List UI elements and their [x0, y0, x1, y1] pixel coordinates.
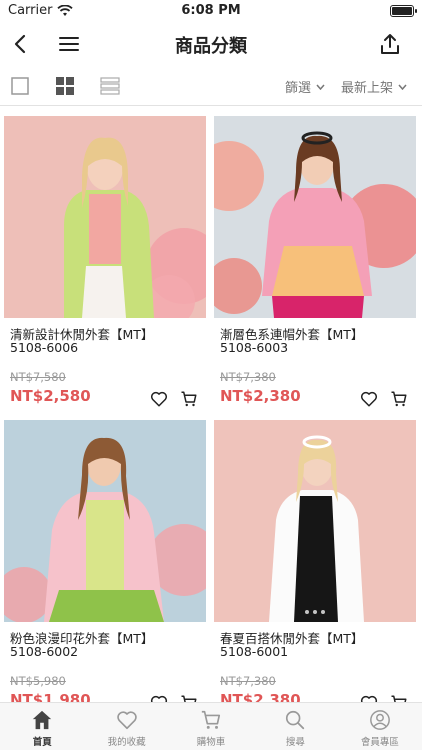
product-image[interactable] — [214, 116, 416, 318]
original-price: NT$7,580 — [10, 370, 66, 384]
product-photo-jacket-gradient — [214, 116, 416, 318]
filter-dropdown[interactable]: 篩選 — [285, 77, 325, 96]
heart-icon[interactable] — [360, 390, 378, 408]
tab-member[interactable]: 會員專區 — [338, 703, 422, 750]
tab-favorites[interactable]: 我的收藏 — [84, 703, 168, 750]
product-code: 5108-6002 — [10, 644, 79, 659]
tab-home[interactable]: 首頁 — [0, 703, 84, 750]
page-title: 商品分類 — [175, 36, 247, 57]
product-card[interactable]: 粉色浪漫印花外套【MT】 5108-6002 NT$5,980 NT$1,980 — [4, 420, 206, 702]
clock: 6:08 PM — [181, 3, 241, 18]
product-card[interactable]: 漸層色系連帽外套【MT】 5108-6003 NT$7,380 NT$2,380 — [214, 116, 416, 416]
single-view-icon — [11, 77, 29, 95]
heart-icon[interactable] — [150, 390, 168, 408]
navigation-bar: 商品分類 — [0, 22, 422, 64]
product-photo-jacket-pink — [4, 420, 206, 622]
view-single-button[interactable] — [10, 76, 30, 96]
tab-label: 會員專區 — [360, 737, 399, 748]
sort-dropdown[interactable]: 最新上架 — [341, 77, 407, 96]
add-to-cart-icon[interactable] — [390, 694, 408, 702]
sale-price: NT$1,980 — [10, 691, 91, 702]
product-photo-jacket-green — [4, 116, 206, 318]
original-price: NT$5,980 — [10, 674, 66, 688]
sale-price: NT$2,380 — [220, 691, 301, 702]
product-code: 5108-6001 — [220, 644, 289, 659]
tab-label: 購物車 — [196, 737, 226, 748]
add-to-cart-icon[interactable] — [180, 390, 198, 408]
tab-label: 首頁 — [32, 737, 52, 748]
chevron-down-icon — [398, 84, 407, 90]
home-icon — [33, 710, 52, 730]
battery-icon — [390, 5, 417, 17]
share-icon — [381, 34, 399, 54]
add-to-cart-icon[interactable] — [390, 390, 408, 408]
product-code: 5108-6006 — [10, 340, 79, 355]
tab-label: 搜尋 — [285, 737, 305, 748]
filter-label: 篩選 — [285, 81, 312, 96]
tab-cart[interactable]: 購物車 — [169, 703, 253, 750]
grid-view-icon — [56, 77, 74, 95]
view-grid-button[interactable] — [55, 76, 75, 96]
tab-label: 我的收藏 — [107, 737, 146, 748]
heart-icon[interactable] — [360, 694, 378, 702]
user-icon — [369, 710, 390, 730]
sale-price: NT$2,380 — [220, 387, 301, 405]
status-bar: Carrier 6:08 PM — [0, 0, 422, 22]
add-to-cart-icon[interactable] — [180, 694, 198, 702]
sort-label: 最新上架 — [341, 81, 394, 96]
view-list-button[interactable] — [100, 76, 120, 96]
carousel-dots — [214, 610, 416, 614]
product-card[interactable]: 清新設計休閒外套【MT】 5108-6006 NT$7,580 NT$2,580 — [4, 116, 206, 416]
original-price: NT$7,380 — [220, 674, 276, 688]
share-button[interactable] — [376, 30, 404, 58]
product-photo-jacket-white — [214, 420, 416, 622]
product-grid: 清新設計休閒外套【MT】 5108-6006 NT$7,580 NT$2,580 — [4, 116, 418, 702]
product-card[interactable]: 春夏百搭休閒外套【MT】 5108-6001 NT$7,380 NT$2,380 — [214, 420, 416, 702]
heart-icon — [116, 711, 137, 730]
search-icon — [286, 710, 305, 730]
tab-bar: 首頁 我的收藏 購物車 搜尋 會員專區 — [0, 702, 422, 750]
cart-icon — [201, 710, 221, 729]
product-code: 5108-6003 — [220, 340, 289, 355]
original-price: NT$7,380 — [220, 370, 276, 384]
heart-icon[interactable] — [150, 694, 168, 702]
chevron-down-icon — [316, 84, 325, 90]
screen: Carrier 6:08 PM 商品分類 篩選 最新上架 清新設計休閒外套【MT… — [0, 0, 422, 750]
tab-search[interactable]: 搜尋 — [253, 703, 337, 750]
product-image[interactable] — [4, 116, 206, 318]
product-image[interactable] — [214, 420, 416, 622]
sale-price: NT$2,580 — [10, 387, 91, 405]
view-toolbar: 篩選 最新上架 — [0, 68, 422, 106]
product-image[interactable] — [4, 420, 206, 622]
list-view-icon — [100, 77, 120, 95]
